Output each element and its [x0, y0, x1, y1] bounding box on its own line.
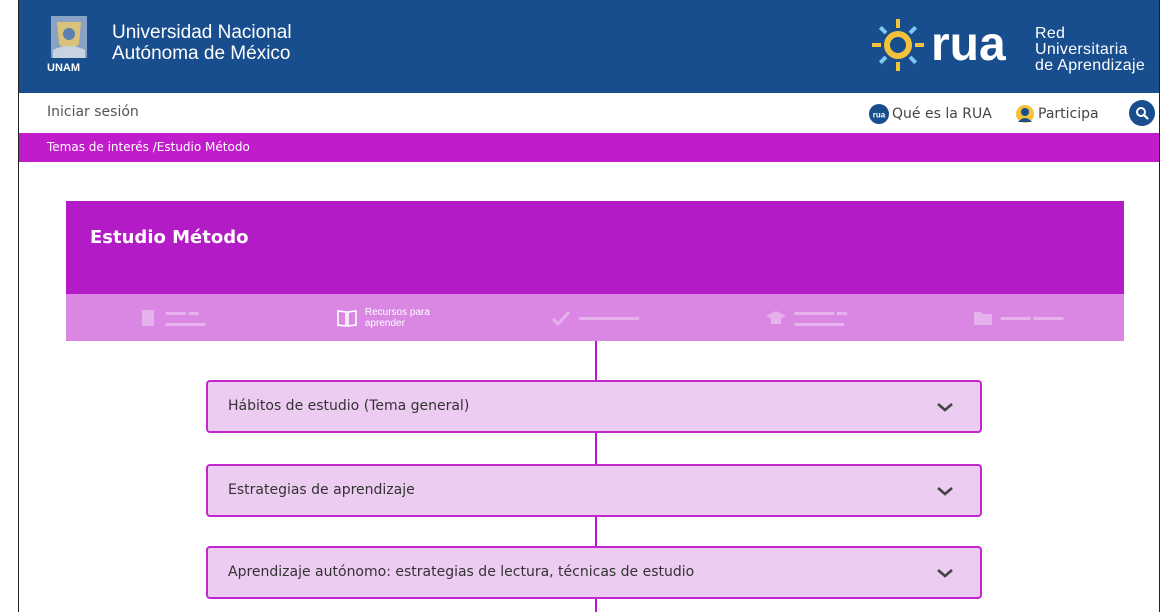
tab-document[interactable]: ▬▬ ▬ ▬▬▬▬: [66, 294, 278, 341]
search-icon: [1136, 107, 1149, 120]
chevron-down-icon: [937, 487, 953, 496]
about-rua-label: Qué es la RUA: [892, 106, 992, 122]
tab-checkmark-label: ▬▬▬▬▬▬: [578, 312, 639, 323]
university-name-line2: Autónoma de México: [112, 43, 291, 64]
about-rua-link[interactable]: rua Qué es la RUA: [869, 104, 992, 124]
accordion-item-label: Estrategias de aprendizaje: [228, 482, 415, 498]
page-title: Estudio Método: [90, 227, 249, 248]
topic-header-panel: Estudio Método ▬▬ ▬ ▬▬▬▬ Recursos para ap…: [66, 201, 1124, 341]
tab-learning-resources-line1: Recursos para: [364, 306, 430, 318]
page-frame: UNAM Universidad Nacional Autónoma de Mé…: [18, 0, 1160, 612]
timeline-line: [595, 516, 597, 549]
rua-name-line1: Red Universitaria: [1035, 25, 1128, 58]
accordion-item-label: Hábitos de estudio (Tema general): [228, 398, 470, 414]
checkmark-icon: [551, 310, 571, 326]
document-icon: [141, 309, 154, 326]
accordion-item-study-habits[interactable]: Hábitos de estudio (Tema general): [206, 380, 982, 433]
participate-label: Participa: [1038, 106, 1099, 122]
tab-learning-resources-line2: aprender: [364, 317, 405, 329]
timeline-line: [595, 598, 597, 612]
graduation-cap-icon: [766, 310, 787, 324]
tab-graduation[interactable]: ▬▬▬▬ ▬ ▬▬▬▬▬: [701, 294, 913, 341]
rua-name-line2: de Aprendizaje: [1035, 57, 1146, 74]
accordion-item-autonomous-learning[interactable]: Aprendizaje autónomo: estrategias de lec…: [206, 546, 982, 599]
accordion-item-learning-strategies[interactable]: Estrategias de aprendizaje: [206, 464, 982, 517]
unam-logo-label: UNAM: [47, 62, 80, 74]
university-name-line1: Universidad Nacional: [112, 22, 292, 43]
timeline-line: [595, 341, 597, 381]
login-link[interactable]: Iniciar sesión: [47, 104, 139, 120]
breadcrumb-text[interactable]: Temas de interés /Estudio Método: [47, 140, 250, 154]
rua-name: Red Universitaria de Aprendizaje: [1035, 26, 1159, 74]
university-name: Universidad Nacional Autónoma de México: [112, 22, 292, 64]
participate-icon: [1016, 105, 1034, 123]
tab-graduation-label: ▬▬▬▬ ▬ ▬▬▬▬▬: [794, 306, 847, 329]
accordion-item-label: Aprendizaje autónomo: estrategias de lec…: [228, 564, 695, 580]
tab-folder-label: ▬▬▬ ▬▬▬: [1000, 312, 1064, 323]
site-header: UNAM Universidad Nacional Autónoma de Mé…: [19, 0, 1159, 93]
nav-bar: Iniciar sesión rua Qué es la RUA Partici…: [19, 93, 1159, 133]
chevron-down-icon: [937, 569, 953, 578]
tab-learning-resources-label: Recursos para aprender: [365, 307, 430, 329]
breadcrumb: Temas de interés /Estudio Método: [19, 133, 1159, 162]
folder-icon: [973, 311, 992, 325]
timeline-line: [595, 432, 597, 465]
svg-text:rua: rua: [873, 111, 886, 120]
tab-checkmark[interactable]: ▬▬▬▬▬▬: [489, 294, 701, 341]
tab-learning-resources[interactable]: Recursos para aprender: [278, 294, 490, 341]
rua-badge-icon: rua: [869, 104, 889, 124]
rua-logo-text: rua: [931, 18, 1006, 71]
search-button[interactable]: [1129, 100, 1155, 126]
tab-folder[interactable]: ▬▬▬ ▬▬▬: [912, 294, 1124, 341]
tab-document-label: ▬▬ ▬ ▬▬▬▬: [165, 306, 206, 329]
rua-logo-icon[interactable]: rua: [869, 16, 1029, 74]
chevron-down-icon: [937, 403, 953, 412]
participate-link[interactable]: Participa: [1015, 104, 1099, 124]
section-tabs: ▬▬ ▬▬▬▬▬ Recursos para aprender ▬▬▬▬▬▬: [66, 294, 1124, 341]
book-icon: [337, 309, 357, 327]
